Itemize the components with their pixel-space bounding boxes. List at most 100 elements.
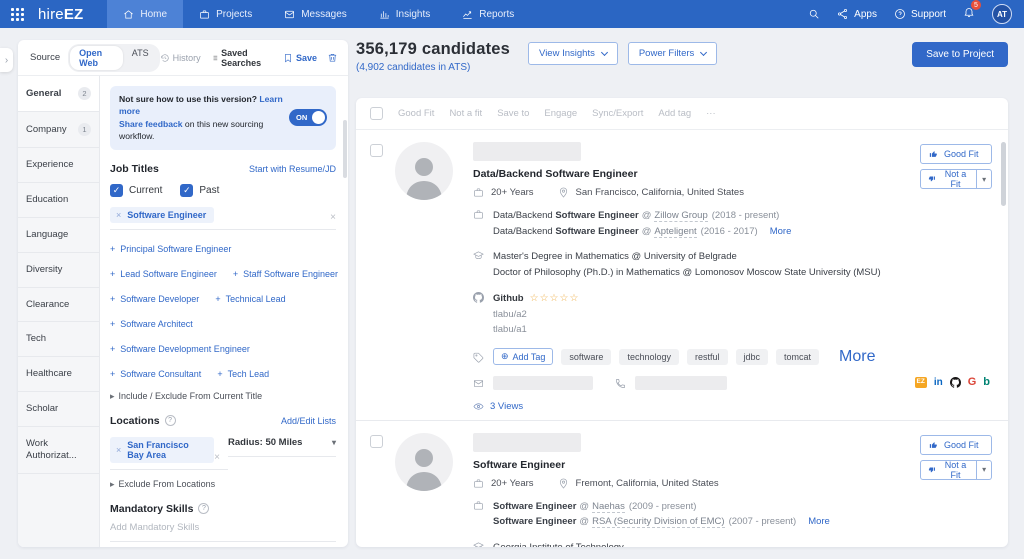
not-a-fit-button[interactable]: Not a Fit [920, 169, 978, 189]
category-healthcare[interactable]: Healthcare [18, 357, 99, 393]
exclude-locations-toggle[interactable]: Exclude From Locations [110, 479, 336, 490]
nav-item-home[interactable]: Home [107, 0, 184, 28]
nav-item-projects[interactable]: Projects [183, 0, 268, 28]
user-avatar[interactable]: AT [992, 4, 1012, 24]
linkedin-icon[interactable] [934, 378, 943, 388]
location-tag[interactable]: × San Francisco Bay Area [110, 436, 215, 463]
saved-searches-button[interactable]: Saved Searches [211, 48, 273, 68]
bulk-not-a-fit[interactable]: Not a fit [449, 108, 482, 119]
app-grid-icon[interactable] [11, 7, 24, 21]
github-link-icon[interactable] [949, 377, 961, 388]
clear-field-icon[interactable]: × [330, 212, 336, 223]
suggested-title[interactable]: Tech Lead [217, 369, 269, 379]
suggested-title[interactable]: Staff Software Engineer [233, 269, 338, 279]
version-toggle[interactable]: ON [289, 109, 327, 127]
add-edit-lists-link[interactable]: Add/Edit Lists [281, 416, 336, 426]
company-link[interactable]: RSA (Security Division of EMC) [592, 516, 725, 529]
past-checkbox[interactable]: Past [180, 183, 219, 197]
candidate-checkbox[interactable] [370, 434, 383, 448]
google-icon[interactable] [968, 377, 977, 388]
share-feedback-link[interactable]: Share feedback [119, 119, 183, 129]
category-general[interactable]: General 2 [18, 76, 99, 112]
category-education[interactable]: Education [18, 183, 99, 218]
redacted-candidate-name[interactable] [473, 142, 581, 161]
save-to-project-button[interactable]: Save to Project [912, 42, 1008, 67]
category-experience[interactable]: Experience [18, 148, 99, 183]
category-company[interactable]: Company 1 [18, 112, 99, 148]
good-fit-button[interactable]: Good Fit [920, 434, 992, 455]
hireez-logo[interactable]: hireEZ [38, 6, 83, 23]
current-checkbox[interactable]: Current [110, 183, 162, 197]
bing-icon[interactable] [983, 377, 990, 388]
panel-collapse-handle[interactable]: › [0, 48, 13, 72]
help-icon[interactable] [164, 415, 176, 427]
radius-dropdown[interactable]: Radius: 50 Miles [228, 437, 336, 457]
remove-tag-icon[interactable]: × [116, 210, 121, 220]
search-icon[interactable] [808, 8, 820, 20]
candidate-tag[interactable]: restful [686, 348, 728, 365]
category-work-authorization[interactable]: Work Authorizat... [18, 427, 99, 474]
suggested-title[interactable]: Software Developer [110, 294, 199, 304]
bulk-good-fit[interactable]: Good Fit [398, 108, 434, 119]
candidate-headline[interactable]: Data/Backend Software Engineer [473, 168, 994, 180]
help-icon[interactable] [198, 503, 210, 515]
include-exclude-toggle[interactable]: Include / Exclude From Current Title [110, 391, 336, 402]
nav-item-reports[interactable]: Reports [446, 0, 530, 28]
github-repo[interactable]: tlabu/a2 [493, 307, 579, 322]
more-jobs-link[interactable]: More [770, 226, 792, 237]
mandatory-skills-input[interactable] [110, 514, 336, 542]
not-a-fit-dropdown[interactable] [977, 169, 992, 189]
candidate-tag[interactable]: technology [619, 348, 679, 365]
company-link[interactable]: Zillow Group [654, 210, 708, 222]
company-link[interactable]: Apteligent [654, 225, 697, 238]
redacted-candidate-name[interactable] [473, 432, 581, 452]
bulk-sync-export[interactable]: Sync/Export [592, 108, 643, 119]
suggested-title[interactable]: Software Architect [110, 319, 193, 329]
category-tech[interactable]: Tech [18, 322, 99, 358]
filter-scrollbar[interactable] [343, 120, 347, 178]
source-option-ats[interactable]: ATS [123, 46, 158, 70]
save-search-button[interactable]: Save [283, 53, 317, 63]
good-fit-button[interactable]: Good Fit [920, 144, 992, 164]
more-tags-link[interactable]: More [839, 348, 875, 366]
candidate-avatar[interactable] [395, 432, 453, 491]
bulk-more-menu[interactable]: ··· [706, 108, 716, 119]
bulk-engage[interactable]: Engage [544, 108, 577, 119]
add-tag-button[interactable]: Add Tag [493, 348, 554, 366]
not-a-fit-button[interactable]: Not a Fit [920, 459, 978, 480]
candidate-headline[interactable]: Software Engineer [473, 459, 994, 471]
company-link[interactable]: Naehas [592, 500, 625, 513]
more-jobs-link[interactable]: More [808, 516, 830, 527]
category-clearance[interactable]: Clearance [18, 288, 99, 323]
history-button[interactable]: History [160, 53, 201, 63]
category-diversity[interactable]: Diversity [18, 253, 99, 288]
category-language[interactable]: Language [18, 218, 99, 253]
suggested-title[interactable]: Software Development Engineer [110, 344, 250, 354]
category-scholar[interactable]: Scholar [18, 392, 99, 427]
suggested-title[interactable]: Lead Software Engineer [110, 269, 217, 279]
candidate-tag[interactable]: tomcat [776, 348, 820, 365]
candidate-tag[interactable]: software [561, 348, 612, 365]
not-a-fit-dropdown[interactable] [977, 459, 992, 480]
candidate-checkbox[interactable] [370, 144, 383, 157]
suggested-title[interactable]: Software Consultant [110, 369, 201, 379]
hireez-profile-icon[interactable] [914, 377, 927, 388]
apps-menu[interactable]: Apps [837, 8, 877, 20]
job-title-tag[interactable]: × Software Engineer [110, 206, 215, 223]
views-link[interactable]: 3 Views [473, 401, 994, 412]
source-option-open-web[interactable]: Open Web [70, 45, 123, 70]
ats-candidate-count[interactable]: (4,902 candidates in ATS) [356, 62, 510, 73]
remove-tag-icon[interactable]: × [116, 445, 121, 455]
select-all-checkbox[interactable] [370, 107, 383, 120]
nav-item-insights[interactable]: Insights [363, 0, 446, 28]
candidate-tag[interactable]: jdbc [735, 348, 769, 365]
delete-search-button[interactable] [327, 52, 338, 63]
nav-item-messages[interactable]: Messages [268, 0, 363, 28]
bulk-save-to[interactable]: Save to [497, 108, 529, 119]
results-scrollbar[interactable] [1001, 142, 1006, 206]
power-filters-button[interactable]: Power Filters [627, 42, 718, 65]
start-with-resume-link[interactable]: Start with Resume/JD [249, 164, 336, 174]
candidate-avatar[interactable] [395, 142, 453, 200]
bulk-add-tag[interactable]: Add tag [658, 108, 691, 119]
suggested-title[interactable]: Technical Lead [215, 294, 285, 304]
